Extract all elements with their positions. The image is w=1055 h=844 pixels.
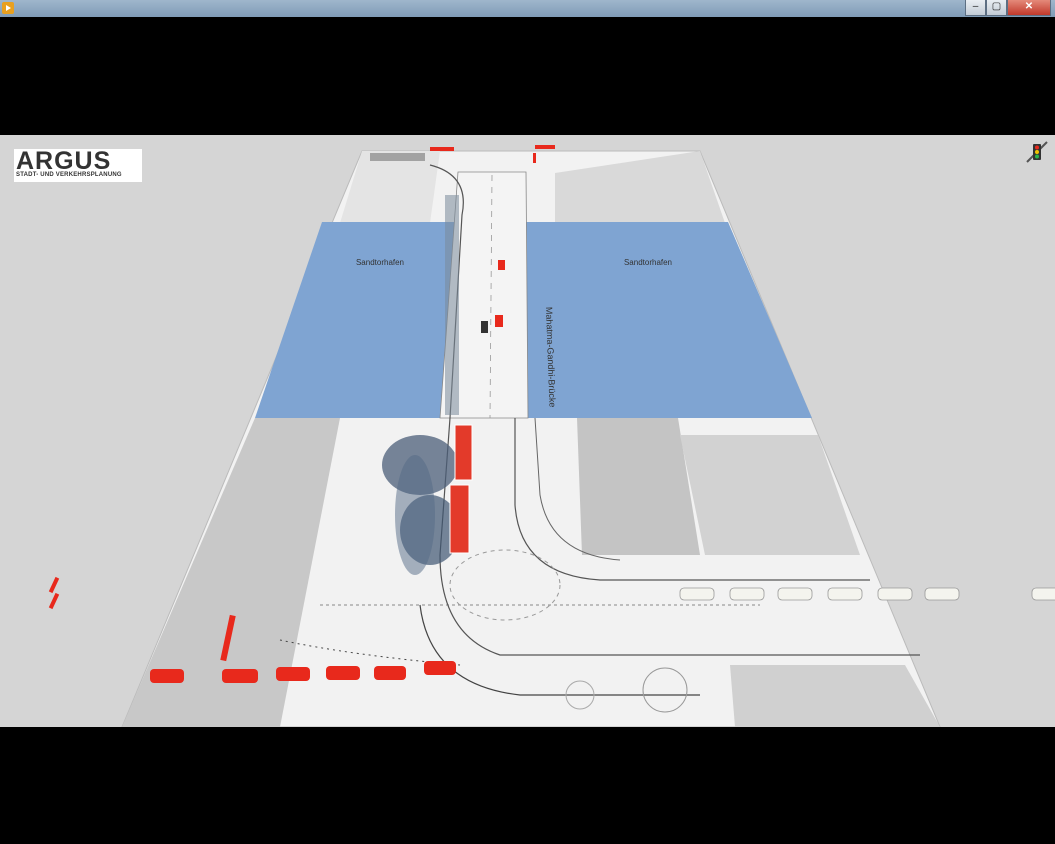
water-left-label: Sandtorhafen xyxy=(356,258,404,267)
water-left xyxy=(255,222,458,418)
car-bridge-3 xyxy=(481,321,488,333)
minimize-button[interactable]: – xyxy=(965,0,986,16)
maximize-button[interactable]: ▢ xyxy=(986,0,1007,16)
block-top-left xyxy=(340,151,440,223)
simulation-viewport[interactable]: Sandtorhafen Sandtorhafen Mahatma-Gandhi… xyxy=(0,135,1055,727)
car-bridge-2 xyxy=(495,315,503,327)
window-controls: – ▢ ✕ xyxy=(965,0,1051,16)
block-bottom-right xyxy=(730,665,940,727)
bus-2 xyxy=(449,484,470,554)
play-icon[interactable] xyxy=(2,2,14,14)
traffic-light-icon[interactable] xyxy=(1025,140,1049,164)
bus-1 xyxy=(454,424,473,481)
close-button[interactable]: ✕ xyxy=(1007,0,1051,16)
water-right-label: Sandtorhafen xyxy=(624,258,672,267)
logo-subtitle: STADT- UND VERKEHRSPLANUNG xyxy=(16,172,122,178)
water-right xyxy=(526,222,812,418)
signal-top-right xyxy=(535,145,555,149)
scene-3d[interactable]: Sandtorhafen Sandtorhafen Mahatma-Gandhi… xyxy=(0,135,1055,727)
argus-logo: ARGUS STADT- UND VERKEHRSPLANUNG xyxy=(14,147,142,182)
block-right xyxy=(680,435,860,555)
signal-post xyxy=(533,153,536,163)
car-bridge-1 xyxy=(498,260,505,270)
signal-top-left xyxy=(430,147,454,151)
window-titlebar: – ▢ ✕ xyxy=(0,0,1055,17)
